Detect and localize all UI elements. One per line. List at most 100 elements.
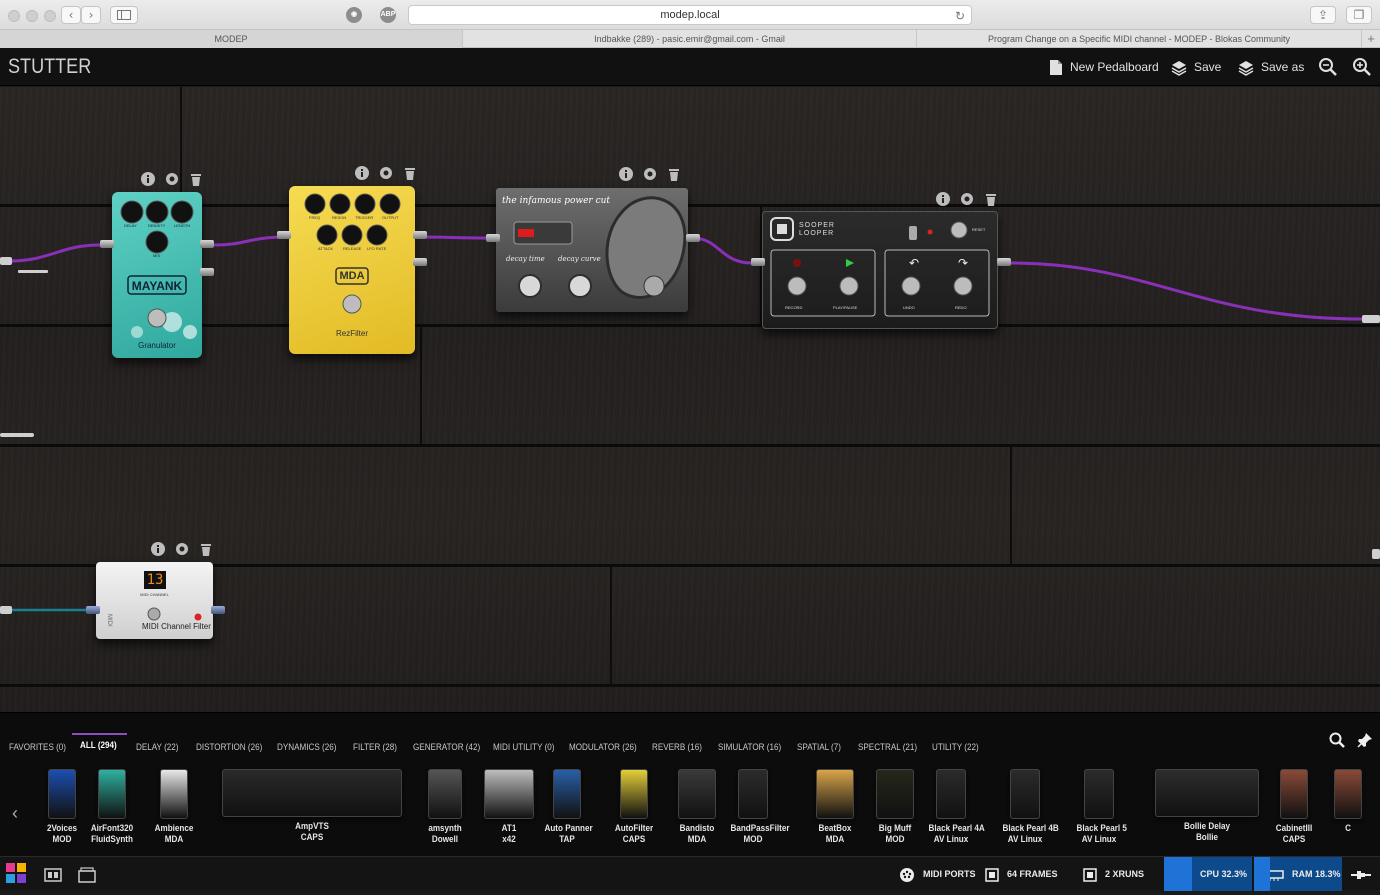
cpu-meter: CPU 32.3%: [1164, 857, 1252, 891]
midi-ports-button[interactable]: MIDI PORTS: [899, 857, 976, 891]
plugin-thumbnail[interactable]: Ambience MDA: [149, 769, 199, 845]
sooperlooper-pedal[interactable]: ↶ ↷ SOOPER LOOPER RESET RECORD PLAY/PAUS…: [751, 211, 1011, 329]
scroll-left-button[interactable]: ‹: [12, 803, 18, 824]
gear-icon[interactable]: [642, 166, 658, 182]
rezfilter-pedal[interactable]: FREQ RESON TRIGGER OUTPUT ATTACK RELEASE…: [277, 186, 427, 354]
browser-tab-modep[interactable]: MODEP: [0, 30, 463, 48]
zoom-in-button[interactable]: [1352, 57, 1372, 76]
category-tab-reverb[interactable]: REVERB (16): [652, 742, 702, 752]
info-icon[interactable]: [935, 191, 951, 207]
pedalboard-canvas[interactable]: DELAY DENSITY LENGTH MIX MAYANK Granulat…: [0, 87, 1380, 712]
plugin-thumbnail[interactable]: Bandisto MDA: [672, 769, 722, 845]
zoom-out-button[interactable]: [1318, 57, 1338, 76]
trash-icon[interactable]: [198, 541, 214, 557]
output-jack[interactable]: [413, 231, 427, 239]
pin-icon[interactable]: [1357, 732, 1373, 748]
plugin-thumbnail[interactable]: AirFont320 FluidSynth: [87, 769, 137, 845]
category-tab-spectral[interactable]: SPECTRAL (21): [858, 742, 917, 752]
category-tab-utility[interactable]: UTILITY (22): [932, 742, 979, 752]
plugin-thumbnail[interactable]: BandPassFilter MOD: [728, 769, 789, 845]
category-tab-favorites[interactable]: FAVORITES (0): [9, 742, 66, 752]
info-icon[interactable]: [354, 165, 370, 181]
category-tab-delay[interactable]: DELAY (22): [136, 742, 178, 752]
info-icon[interactable]: [150, 541, 166, 557]
plugin-thumbnail[interactable]: Auto Panner TAP: [542, 769, 593, 845]
save-button[interactable]: Save: [1171, 58, 1221, 76]
info-icon[interactable]: [618, 166, 634, 182]
midi-input-jack[interactable]: [86, 606, 100, 614]
output-jack[interactable]: [200, 240, 214, 248]
category-tab-simulator[interactable]: SIMULATOR (16): [718, 742, 781, 752]
category-tab-spatial[interactable]: SPATIAL (7): [797, 742, 841, 752]
category-tab-distortion[interactable]: DISTORTION (26): [196, 742, 262, 752]
back-button[interactable]: ‹: [61, 6, 81, 24]
plugin-thumbnail[interactable]: C: [1323, 769, 1373, 834]
pedalboards-button[interactable]: [44, 857, 62, 891]
output-jack[interactable]: [200, 268, 214, 276]
show-tabs-button[interactable]: ❐: [1346, 6, 1372, 24]
forward-button[interactable]: ›: [81, 6, 101, 24]
category-tab-dynamics[interactable]: DYNAMICS (26): [277, 742, 336, 752]
shield-extension-icon[interactable]: ◉: [346, 7, 362, 23]
plugin-thumbnail[interactable]: CabinetIII CAPS: [1269, 769, 1319, 845]
save-as-button[interactable]: Save as: [1238, 58, 1304, 76]
powercut-pedal[interactable]: the infamous power cut decay time decay …: [486, 188, 700, 312]
close-window-button[interactable]: [8, 10, 20, 22]
granulator-pedal[interactable]: DELAY DENSITY LENGTH MIX MAYANK Granulat…: [100, 192, 214, 358]
reload-icon[interactable]: ↻: [955, 7, 965, 25]
zoom-window-button[interactable]: [44, 10, 56, 22]
plugin-thumbnail[interactable]: BeatBox MDA: [810, 769, 860, 845]
trash-icon[interactable]: [983, 191, 999, 207]
info-icon[interactable]: [140, 171, 156, 187]
plugin-thumbnail[interactable]: AT1 x42: [484, 769, 534, 845]
category-tab-all[interactable]: ALL (294): [80, 740, 117, 750]
category-tab-filter[interactable]: FILTER (28): [353, 742, 397, 752]
sidebar-toggle-button[interactable]: [110, 6, 138, 24]
plugin-name: Black Pearl 4A: [928, 823, 985, 833]
plugin-thumbnail[interactable]: AmpVTS CAPS: [222, 769, 402, 843]
gear-icon[interactable]: [164, 171, 180, 187]
plugin-thumbnail[interactable]: Bollie Delay Bollie: [1155, 769, 1259, 843]
share-button[interactable]: ⇪: [1310, 6, 1336, 24]
trash-icon[interactable]: [188, 171, 204, 187]
input-jack[interactable]: [486, 234, 500, 242]
output-jack[interactable]: [686, 234, 700, 242]
input-jack[interactable]: [751, 258, 765, 266]
plugin-thumbnail[interactable]: 2Voices MOD: [37, 769, 87, 845]
output-jack[interactable]: [413, 258, 427, 266]
input-jack[interactable]: [100, 240, 114, 248]
banks-button[interactable]: [78, 857, 96, 891]
plugin-thumbnail[interactable]: Black Pearl 4B AV Linux: [1000, 769, 1059, 845]
minimize-window-button[interactable]: [26, 10, 38, 22]
category-tab-modulator[interactable]: MODULATOR (26): [569, 742, 637, 752]
xruns-indicator[interactable]: 2 XRUNS: [1083, 857, 1144, 891]
gear-icon[interactable]: [378, 165, 394, 181]
category-tab-generator[interactable]: GENERATOR (42): [413, 742, 480, 752]
browser-tab-blokas[interactable]: Program Change on a Specific MIDI channe…: [917, 30, 1362, 48]
new-tab-button[interactable]: +: [1362, 30, 1380, 48]
address-bar[interactable]: modep.local ↻: [408, 5, 972, 25]
connection-button[interactable]: [1350, 857, 1372, 891]
search-icon[interactable]: [1329, 732, 1345, 748]
plugin-thumbnail[interactable]: Black Pearl 5 AV Linux: [1074, 769, 1127, 845]
buffer-size-button[interactable]: 64 FRAMES: [985, 857, 1058, 891]
plugin-thumbnail[interactable]: Big Muff MOD: [870, 769, 920, 845]
trash-icon[interactable]: [666, 166, 682, 182]
plugin-thumbnail[interactable]: amsynth Dowell: [420, 769, 470, 845]
category-tab-midi-utility[interactable]: MIDI UTILITY (0): [493, 742, 555, 752]
new-pedalboard-button[interactable]: New Pedalboard: [1049, 58, 1159, 76]
gear-icon[interactable]: [959, 191, 975, 207]
midichannel-pedal[interactable]: 13 MIDI CHANNEL MIDI MIDI Channel Filter: [86, 562, 225, 639]
input-jack[interactable]: [277, 231, 291, 239]
plugin-thumbnail[interactable]: AutoFilter CAPS: [609, 769, 659, 845]
output-jack[interactable]: [997, 258, 1011, 266]
plugin-thumbnail[interactable]: Black Pearl 4A AV Linux: [926, 769, 985, 845]
adblock-extension-icon[interactable]: ABP: [380, 7, 396, 23]
audio-cable: [8, 243, 102, 263]
mod-logo-button[interactable]: [4, 861, 28, 887]
trash-icon[interactable]: [402, 165, 418, 181]
midi-output-jack[interactable]: [211, 606, 225, 614]
gear-icon[interactable]: [174, 541, 190, 557]
browser-tab-gmail[interactable]: Indbakke (289) - pasic.emir@gmail.com - …: [463, 30, 917, 48]
knob[interactable]: [147, 607, 161, 621]
